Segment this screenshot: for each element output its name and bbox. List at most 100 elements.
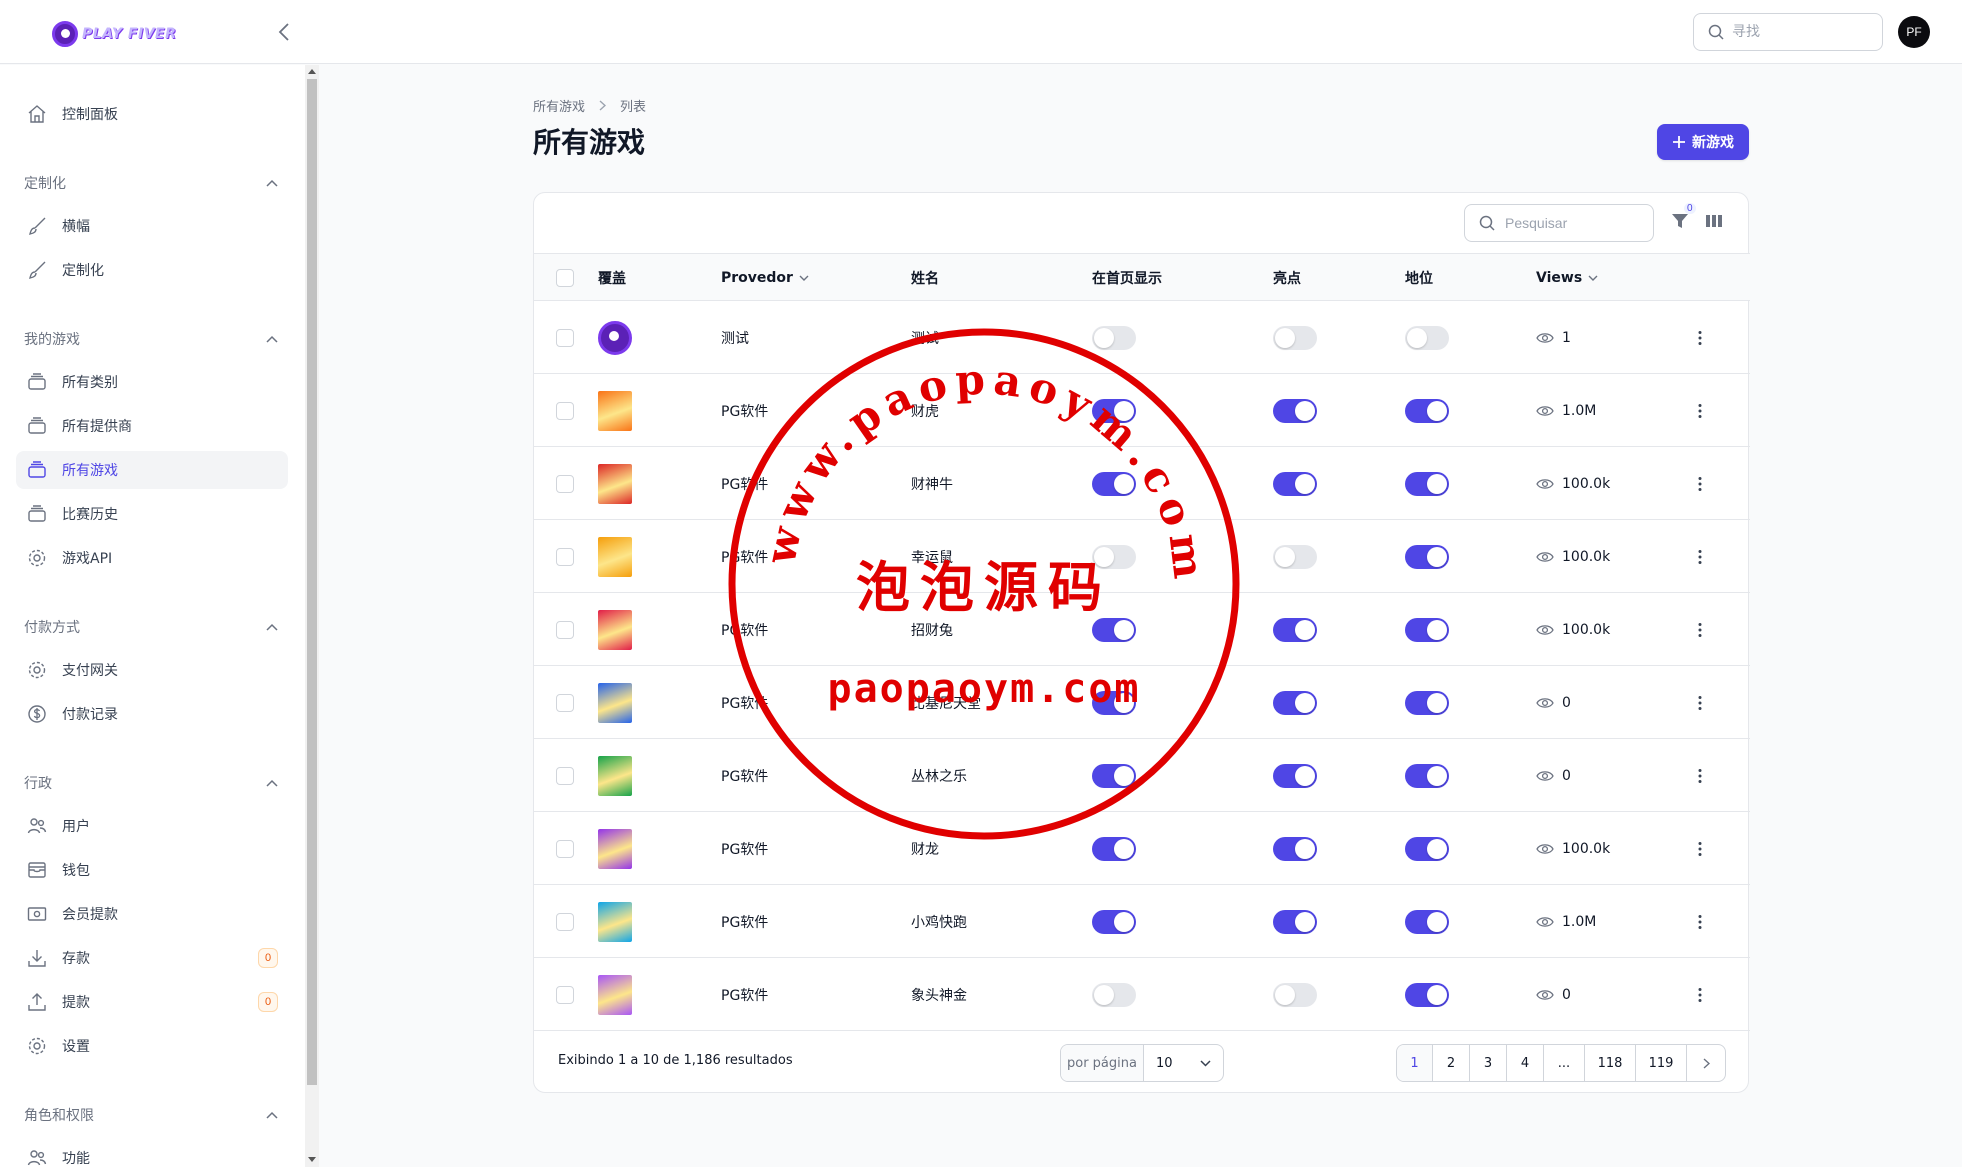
status-toggle[interactable] bbox=[1405, 398, 1449, 423]
sidebar-item-dashboard[interactable]: 控制面板 bbox=[16, 95, 288, 133]
per-page-select[interactable]: por página 10 bbox=[1060, 1044, 1224, 1082]
status-toggle[interactable] bbox=[1405, 982, 1449, 1007]
highlight-toggle[interactable] bbox=[1273, 617, 1317, 642]
row-checkbox[interactable] bbox=[556, 693, 574, 712]
sidebar-item-wallet[interactable]: 钱包 bbox=[16, 851, 288, 889]
highlight-toggle[interactable] bbox=[1273, 909, 1317, 934]
status-toggle[interactable] bbox=[1405, 836, 1449, 861]
show-on-home-toggle[interactable] bbox=[1092, 544, 1136, 569]
row-actions-button[interactable] bbox=[1688, 691, 1712, 715]
highlight-toggle[interactable] bbox=[1273, 763, 1317, 788]
row-checkbox[interactable] bbox=[556, 985, 574, 1004]
page-button-2[interactable]: 2 bbox=[1433, 1045, 1470, 1081]
status-toggle[interactable] bbox=[1405, 690, 1449, 715]
highlight-toggle[interactable] bbox=[1273, 690, 1317, 715]
scroll-down-arrow-icon[interactable] bbox=[308, 1157, 316, 1162]
show-on-home-toggle[interactable] bbox=[1092, 982, 1136, 1007]
table-search[interactable] bbox=[1464, 204, 1654, 242]
sidebar-item-gateway[interactable]: 支付网关 bbox=[16, 651, 288, 689]
sidebar-item-customize[interactable]: 定制化 bbox=[16, 251, 288, 289]
page-button-118[interactable]: 118 bbox=[1585, 1045, 1636, 1081]
sidebar-item-withdraw[interactable]: 提款 0 bbox=[16, 983, 288, 1021]
sidebar-item-categories[interactable]: 所有类别 bbox=[16, 363, 288, 401]
show-on-home-toggle[interactable] bbox=[1092, 836, 1136, 861]
row-checkbox[interactable] bbox=[556, 912, 574, 931]
global-search[interactable] bbox=[1693, 13, 1883, 51]
row-checkbox[interactable] bbox=[556, 474, 574, 493]
row-actions-button[interactable] bbox=[1688, 983, 1712, 1007]
sidebar-item-paylog[interactable]: 付款记录 bbox=[16, 695, 288, 733]
sidebar-item-providers[interactable]: 所有提供商 bbox=[16, 407, 288, 445]
status-toggle[interactable] bbox=[1405, 909, 1449, 934]
new-game-button[interactable]: 新游戏 bbox=[1657, 124, 1749, 160]
sidebar-item-users[interactable]: 用户 bbox=[16, 807, 288, 845]
sidebar-item-withdraw-member[interactable]: 会员提款 bbox=[16, 895, 288, 933]
sidebar-item-gameapi[interactable]: 游戏API bbox=[16, 539, 288, 577]
sidebar-item-features[interactable]: 功能 bbox=[16, 1139, 288, 1167]
show-on-home-toggle[interactable] bbox=[1092, 909, 1136, 934]
sidebar-group-custom[interactable]: 定制化 bbox=[24, 171, 278, 195]
status-toggle[interactable] bbox=[1405, 617, 1449, 642]
columns-toggle-button[interactable] bbox=[1704, 211, 1728, 235]
global-search-input[interactable] bbox=[1732, 24, 1862, 40]
col-views[interactable]: Views bbox=[1536, 254, 1598, 302]
page-button-4[interactable]: 4 bbox=[1507, 1045, 1544, 1081]
page-button-ellipsisel[interactable]: ... bbox=[1544, 1045, 1585, 1081]
row-checkbox[interactable] bbox=[556, 328, 574, 347]
show-on-home-toggle[interactable] bbox=[1092, 398, 1136, 423]
show-on-home-toggle[interactable] bbox=[1092, 617, 1136, 642]
filter-button[interactable]: 0 bbox=[1670, 203, 1696, 235]
row-checkbox[interactable] bbox=[556, 401, 574, 420]
app-logo[interactable]: PLAY FIVER bbox=[52, 20, 176, 48]
sidebar-item-banner[interactable]: 横幅 bbox=[16, 207, 288, 245]
row-actions-button[interactable] bbox=[1688, 399, 1712, 423]
next-page-button[interactable] bbox=[1687, 1045, 1725, 1081]
row-actions-button[interactable] bbox=[1688, 472, 1712, 496]
sidebar-group-roles[interactable]: 角色和权限 bbox=[24, 1103, 278, 1127]
sidebar-item-settings[interactable]: 设置 bbox=[16, 1027, 288, 1065]
sidebar-group-payment[interactable]: 付款方式 bbox=[24, 615, 278, 639]
row-actions-button[interactable] bbox=[1688, 764, 1712, 788]
row-actions-button[interactable] bbox=[1688, 326, 1712, 350]
breadcrumb-root[interactable]: 所有游戏 bbox=[533, 96, 585, 115]
per-page-dropdown[interactable]: 10 bbox=[1144, 1056, 1223, 1071]
status-toggle[interactable] bbox=[1405, 471, 1449, 496]
row-actions-button[interactable] bbox=[1688, 910, 1712, 934]
sidebar-scrollbar[interactable] bbox=[305, 65, 319, 1167]
highlight-toggle[interactable] bbox=[1273, 398, 1317, 423]
status-toggle[interactable] bbox=[1405, 544, 1449, 569]
sidebar-item-matchhistory[interactable]: 比赛历史 bbox=[16, 495, 288, 533]
highlight-toggle[interactable] bbox=[1273, 836, 1317, 861]
user-avatar[interactable]: PF bbox=[1898, 16, 1930, 48]
row-checkbox[interactable] bbox=[556, 839, 574, 858]
page-button-119[interactable]: 119 bbox=[1636, 1045, 1687, 1081]
highlight-toggle[interactable] bbox=[1273, 471, 1317, 496]
show-on-home-toggle[interactable] bbox=[1092, 690, 1136, 715]
highlight-toggle[interactable] bbox=[1273, 982, 1317, 1007]
sidebar-item-allgames[interactable]: 所有游戏 bbox=[16, 451, 288, 489]
status-toggle[interactable] bbox=[1405, 763, 1449, 788]
sidebar-group-admin[interactable]: 行政 bbox=[24, 771, 278, 795]
row-actions-button[interactable] bbox=[1688, 618, 1712, 642]
sidebar-group-mygames[interactable]: 我的游戏 bbox=[24, 327, 278, 351]
row-checkbox[interactable] bbox=[556, 766, 574, 785]
row-actions-button[interactable] bbox=[1688, 545, 1712, 569]
sidebar-item-deposit[interactable]: 存款 0 bbox=[16, 939, 288, 977]
collapse-sidebar-button[interactable] bbox=[272, 18, 296, 46]
scroll-up-arrow-icon[interactable] bbox=[308, 69, 316, 74]
row-actions-button[interactable] bbox=[1688, 837, 1712, 861]
col-provider[interactable]: Provedor bbox=[721, 254, 809, 302]
show-on-home-toggle[interactable] bbox=[1092, 325, 1136, 350]
highlight-toggle[interactable] bbox=[1273, 325, 1317, 350]
page-button-3[interactable]: 3 bbox=[1470, 1045, 1507, 1081]
highlight-toggle[interactable] bbox=[1273, 544, 1317, 569]
page-button-1[interactable]: 1 bbox=[1397, 1045, 1433, 1081]
show-on-home-toggle[interactable] bbox=[1092, 471, 1136, 496]
sidebar-scrollbar-thumb[interactable] bbox=[307, 79, 317, 1085]
status-toggle[interactable] bbox=[1405, 325, 1449, 350]
show-on-home-toggle[interactable] bbox=[1092, 763, 1136, 788]
row-checkbox[interactable] bbox=[556, 547, 574, 566]
row-checkbox[interactable] bbox=[556, 620, 574, 639]
table-search-input[interactable] bbox=[1505, 215, 1635, 231]
select-all-checkbox[interactable] bbox=[556, 269, 574, 287]
